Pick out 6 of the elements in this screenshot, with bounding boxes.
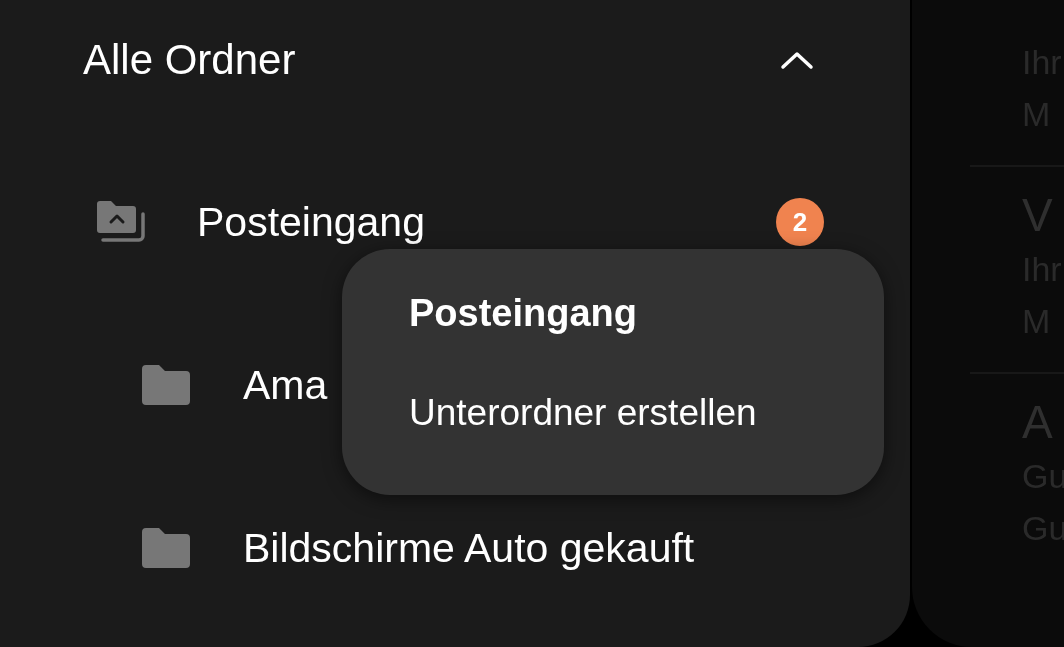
drawer-title: Alle Ordner [83, 36, 296, 84]
folder-name: Ama [243, 361, 329, 409]
unread-badge: 2 [776, 198, 824, 246]
menu-title: Posteingang [409, 294, 639, 332]
folder-name: Posteingang [197, 198, 426, 246]
folder-name: Bildschirme Auto gekauft [243, 524, 696, 572]
